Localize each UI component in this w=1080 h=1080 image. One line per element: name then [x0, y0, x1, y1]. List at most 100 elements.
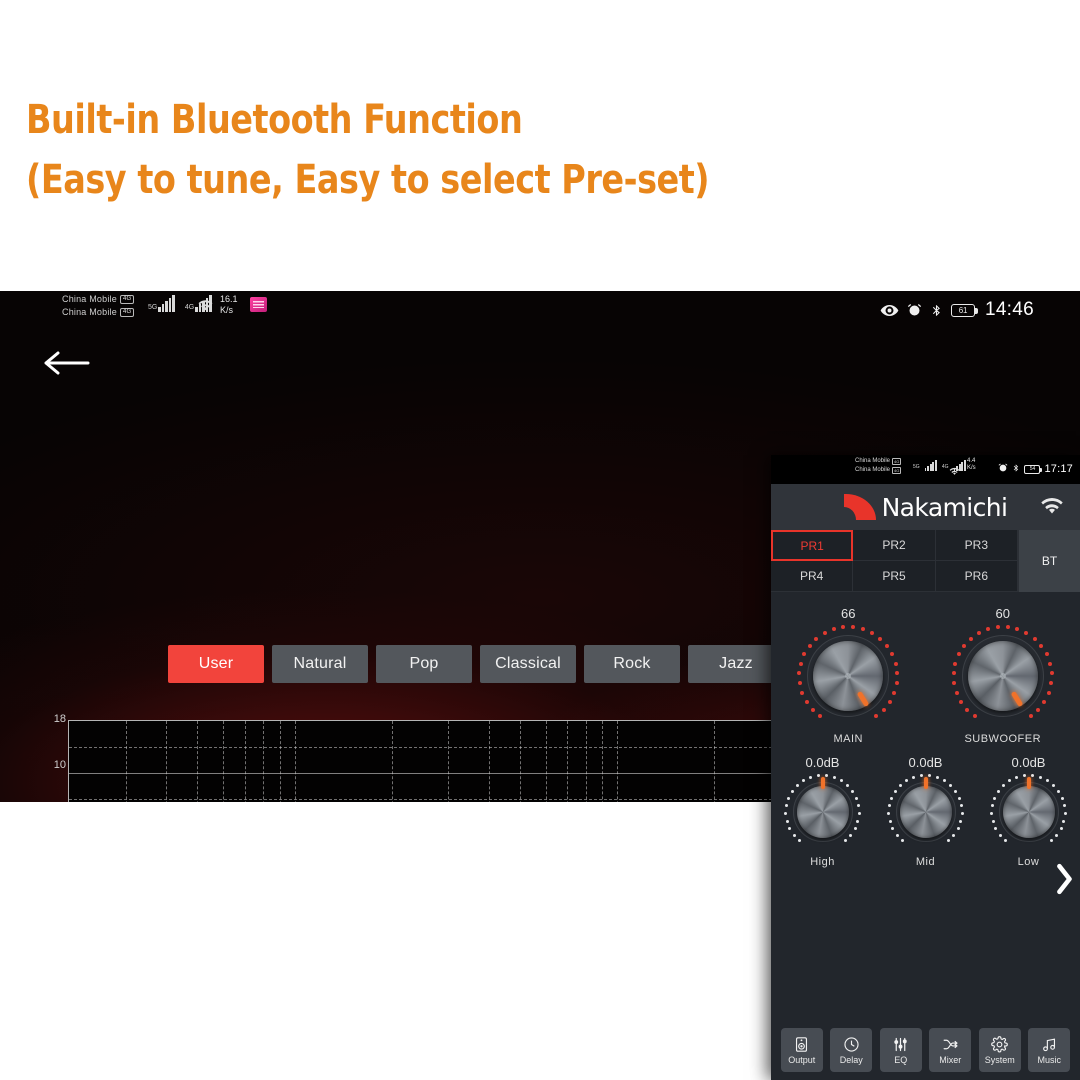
- phone-controls-body: 66 MAIN 60 SUBWOOFER 0.0dB High 0.0dB Mid 0.0dB…: [771, 592, 1080, 1010]
- header-wifi-icon[interactable]: [1040, 496, 1064, 521]
- phone-bottom-nav[interactable]: Output Delay EQ Mixer System Music: [771, 1020, 1080, 1080]
- nav-item-delay[interactable]: Delay: [830, 1028, 873, 1072]
- knob-subwoofer[interactable]: 60 SUBWOOFER: [951, 606, 1055, 745]
- nav-item-label: Delay: [839, 1054, 863, 1065]
- phone-status-right: 54 17:17: [998, 460, 1073, 478]
- carrier-1: China Mobile: [62, 294, 117, 304]
- page-title: Built-in Bluetooth Function (Easy to tun…: [26, 100, 863, 200]
- nakamichi-logo-icon: [843, 494, 876, 520]
- knob-main[interactable]: 66 MAIN: [796, 606, 900, 745]
- grid-line-vertical: [567, 721, 569, 802]
- battery-level: 61: [950, 303, 978, 317]
- nav-item-eq[interactable]: EQ: [879, 1028, 922, 1072]
- phone-preset-pr2[interactable]: PR2: [853, 530, 936, 561]
- signal-bars-icon: [158, 295, 175, 312]
- phone-preset-pr5[interactable]: PR5: [853, 561, 936, 592]
- sliders-icon: [892, 1036, 909, 1053]
- phone-preset-pr3[interactable]: PR3: [935, 530, 1018, 561]
- nav-item-label: System: [984, 1054, 1015, 1065]
- phone-preset-pr6[interactable]: PR6: [935, 561, 1018, 592]
- preset-tab-natural[interactable]: Natural: [272, 645, 368, 683]
- gear-icon: [991, 1035, 1009, 1053]
- phone-preset-pr1[interactable]: PR1: [771, 530, 854, 561]
- phone-bluetooth-icon: [1012, 460, 1020, 478]
- preset-tab-rock[interactable]: Rock: [584, 645, 680, 683]
- preset-tab-label: User: [198, 655, 234, 672]
- bt-button[interactable]: BT: [1018, 530, 1080, 592]
- preset-tab-jazz[interactable]: Jazz: [688, 645, 784, 683]
- nav-item-system[interactable]: System: [978, 1028, 1021, 1072]
- back-arrow-icon[interactable]: [42, 349, 90, 382]
- knob-label: MAIN: [833, 733, 863, 745]
- alarm-clock-icon: [907, 303, 922, 318]
- grid-line-vertical: [166, 721, 168, 802]
- grid-line-vertical: [585, 721, 587, 802]
- network-label-2: 4G: [184, 304, 195, 311]
- network-label-1: 5G: [148, 304, 158, 311]
- headline-line-2: (Easy to tune, Easy to select Pre-set): [26, 157, 710, 203]
- knob-dial[interactable]: [887, 773, 965, 851]
- knob-dial[interactable]: [951, 624, 1055, 728]
- knob-mid[interactable]: 0.0dB Mid: [887, 755, 965, 868]
- grid-line-vertical: [222, 721, 224, 802]
- phone-carrier-1: China Mobile: [855, 458, 891, 464]
- phone-clock: 17:17: [1044, 463, 1073, 475]
- preset-buttons[interactable]: PR1 PR2 PR3 PR4 PR5 PR6: [771, 530, 1018, 592]
- phone-header: Nakamichi: [771, 484, 1080, 530]
- knob-disc[interactable]: [899, 786, 952, 838]
- knob-dial[interactable]: [990, 773, 1068, 851]
- knob-label: SUBWOOFER: [964, 733, 1042, 745]
- nav-item-mixer[interactable]: Mixer: [929, 1028, 972, 1072]
- grid-line-vertical: [294, 721, 296, 802]
- main-knobs[interactable]: 66 MAIN 60 SUBWOOFER: [771, 606, 1080, 745]
- phone-preset-grid[interactable]: PR1 PR2 PR3 PR4 PR5 PR6 BT: [771, 530, 1080, 592]
- phone-network-speed: 4.4 K/s: [967, 458, 976, 472]
- phone-overlay: China Mobile 4G China Mobile 4G 5G 4G 4.4 …: [771, 455, 1080, 1080]
- knob-label: Mid: [915, 856, 936, 868]
- phone-battery-level: 54: [1024, 464, 1043, 474]
- network-speed-unit: K/s: [220, 305, 234, 315]
- grid-line-vertical: [488, 721, 490, 802]
- knob-disc[interactable]: [813, 641, 884, 711]
- knob-low[interactable]: 0.0dB Low: [990, 755, 1068, 868]
- knob-indicator: [1026, 777, 1031, 789]
- nav-item-label: Output: [788, 1054, 816, 1065]
- phone-signal-bars-icon: [924, 460, 937, 471]
- eq-y-axis: 18100-10-18: [26, 711, 66, 802]
- phone-network-label-1: 5G: [913, 464, 920, 470]
- preset-tab-classical[interactable]: Classical: [480, 645, 576, 683]
- chevron-right-icon[interactable]: [1053, 860, 1075, 903]
- nav-item-label: EQ: [894, 1054, 908, 1065]
- tablet-status-bar: China Mobile 4G China Mobile 4G 5G 4G 16.1…: [0, 291, 1080, 333]
- tablet-clock: 14:46: [984, 299, 1034, 320]
- signal-1: 5G: [148, 295, 175, 312]
- knob-disc[interactable]: [796, 786, 849, 838]
- grid-line-vertical: [448, 721, 450, 802]
- grid-line-vertical: [125, 721, 127, 802]
- knob-disc[interactable]: [1002, 786, 1055, 838]
- y-axis-tick-label: 18: [53, 713, 66, 725]
- phone-network-speed-value: 4.4: [967, 458, 976, 464]
- phone-alarm-clock-icon: [998, 460, 1008, 478]
- nav-item-label: Music: [1037, 1054, 1061, 1065]
- knob-disc[interactable]: [967, 641, 1038, 711]
- preset-tab-pop[interactable]: Pop: [376, 645, 472, 683]
- wifi-icon: [197, 299, 214, 312]
- grid-line-vertical: [617, 721, 619, 802]
- grid-line-vertical: [545, 721, 547, 802]
- shuffle-icon: [942, 1036, 959, 1053]
- speaker-icon: [793, 1036, 810, 1053]
- knob-dial[interactable]: [784, 773, 862, 851]
- knob-indicator: [923, 777, 928, 789]
- preset-tab-user[interactable]: User: [168, 645, 264, 683]
- preset-tab-label: Rock: [613, 655, 651, 672]
- phone-network-speed-unit: K/s: [967, 465, 976, 471]
- nav-item-music[interactable]: Music: [1028, 1028, 1071, 1072]
- grid-line-vertical: [520, 721, 522, 802]
- tone-knobs[interactable]: 0.0dB High 0.0dB Mid 0.0dB Low: [771, 755, 1080, 868]
- nav-item-output[interactable]: Output: [780, 1028, 823, 1072]
- phone-preset-pr4[interactable]: PR4: [771, 561, 854, 592]
- knob-dial[interactable]: [796, 624, 900, 728]
- knob-high[interactable]: 0.0dB High: [784, 755, 862, 868]
- carrier-labels: China Mobile 4G China Mobile 4G: [62, 293, 135, 319]
